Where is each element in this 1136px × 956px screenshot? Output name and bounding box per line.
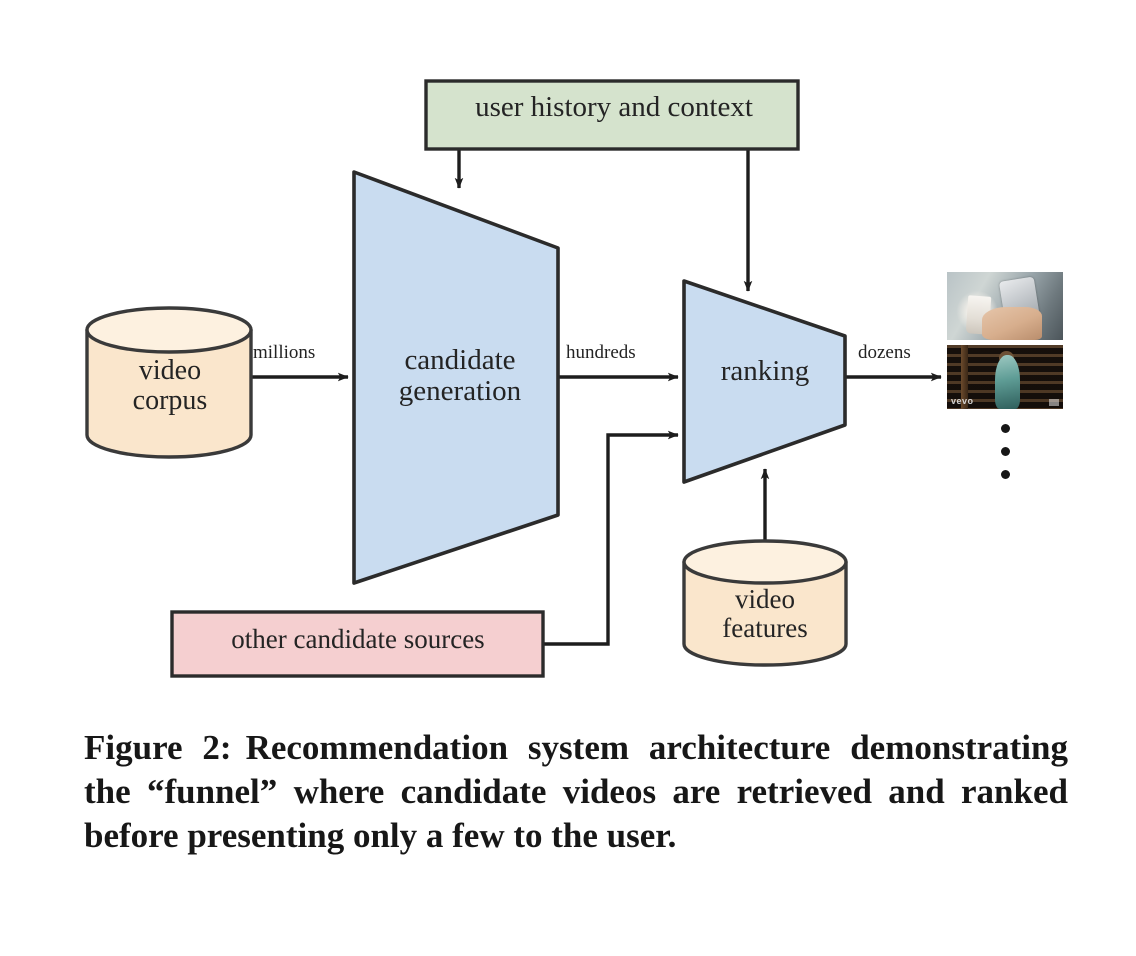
result-thumbnail-hands-holding-phone[interactable] xyxy=(947,272,1063,340)
node-other-candidate-sources[interactable] xyxy=(170,610,545,678)
figure-2-recommendation-architecture: user history and context video corpus ca… xyxy=(0,0,1136,956)
node-video-corpus[interactable] xyxy=(85,306,253,459)
node-video-features[interactable] xyxy=(682,539,848,667)
edge-label-millions: millions xyxy=(253,342,316,363)
result-thumbnail-music-video[interactable]: vevo xyxy=(947,345,1063,409)
corner-badge-icon xyxy=(1049,399,1059,406)
figure-number-label: Figure 2: xyxy=(84,728,232,767)
edge-label-hundreds: hundreds xyxy=(566,342,636,363)
ellipsis-dot xyxy=(1000,424,1010,433)
node-candidate-generation[interactable] xyxy=(352,170,560,585)
ellipsis-dot xyxy=(1000,447,1010,456)
diagram-canvas: user history and context video corpus ca… xyxy=(0,0,1136,720)
vevo-watermark: vevo xyxy=(951,396,974,406)
edge-other-sources-to-ranking xyxy=(543,430,679,646)
figure-caption: Figure 2: Recommendation system architect… xyxy=(84,726,1068,857)
ellipsis-dot xyxy=(1000,470,1010,479)
edge-label-dozens: dozens xyxy=(858,342,911,363)
person-figure-shape xyxy=(994,355,1021,409)
node-ranking[interactable] xyxy=(682,279,847,484)
results-ellipsis xyxy=(996,424,1014,479)
node-user-history-and-context[interactable] xyxy=(424,79,800,151)
hand-shape xyxy=(981,307,1043,340)
